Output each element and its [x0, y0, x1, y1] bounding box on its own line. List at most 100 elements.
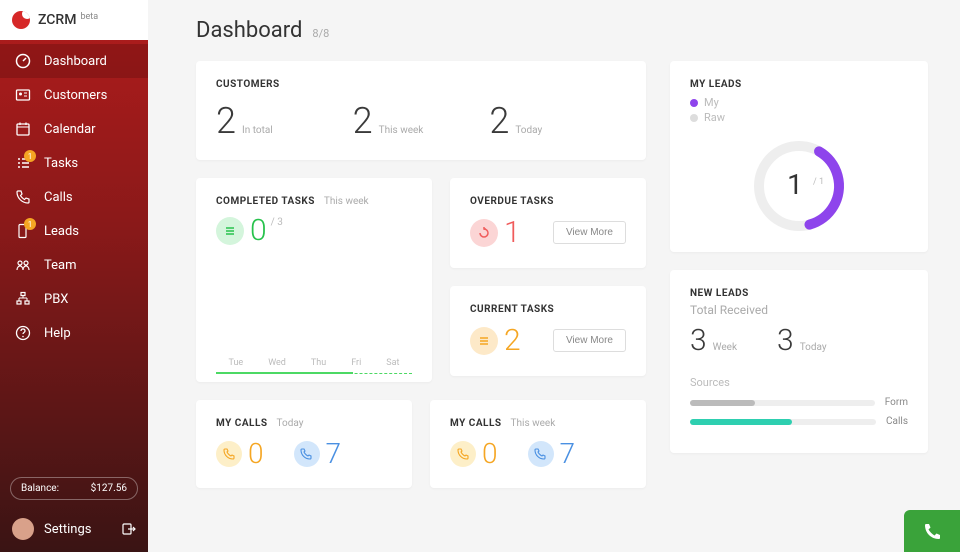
chart-line [216, 372, 412, 374]
metric-label: In total [242, 125, 273, 136]
phone-out-icon [450, 441, 476, 467]
metric-value: 3 [777, 323, 794, 358]
source-label: Form [885, 397, 908, 408]
logo-bar: ZCRM beta [0, 0, 148, 40]
metric-label: Week [713, 342, 737, 353]
axis-label: Wed [268, 358, 286, 368]
heading-text: MY CALLS [450, 418, 502, 429]
badge: 1 [24, 218, 36, 230]
card-current-tasks: CURRENT TASKS 2 View More [450, 286, 646, 376]
metric-value: 2 [489, 100, 509, 142]
sidebar-item-settings[interactable]: Settings [0, 510, 148, 552]
customers-today: 2 Today [489, 100, 626, 142]
sources-label: Sources [690, 376, 908, 389]
in-value: 7 [326, 437, 342, 470]
sidebar-item-team[interactable]: Team [0, 248, 148, 282]
sidebar-label: Dashboard [44, 54, 107, 69]
legend: My Raw [690, 96, 908, 124]
customers-total: 2 In total [216, 100, 353, 142]
metric-label: Today [800, 342, 827, 353]
card-new-leads: NEW LEADS Total Received 3 Week 3 Today … [670, 270, 928, 453]
heading-text: COMPLETED TASKS [216, 196, 315, 207]
team-icon [14, 257, 32, 273]
sidebar-item-calls[interactable]: Calls [0, 180, 148, 214]
calls-outgoing: 0 [216, 437, 264, 470]
sidebar-label: Customers [44, 88, 107, 103]
balance-pill[interactable]: Balance: $127.56 [10, 477, 138, 500]
legend-label: My [704, 96, 719, 109]
check-list-icon [216, 217, 244, 245]
sidebar-item-dashboard[interactable]: Dashboard [0, 44, 148, 78]
sidebar-label: Calls [44, 190, 73, 205]
card-heading: NEW LEADS [690, 288, 908, 299]
metric-label: This week [379, 125, 424, 136]
card-overdue-tasks: OVERDUE TASKS 1 View More [450, 178, 646, 268]
card-completed-tasks: COMPLETED TASKS This week 0 / 3 Tue Wed … [196, 178, 432, 382]
ring-value: 1 [787, 168, 803, 201]
sidebar-label: Help [44, 326, 71, 341]
out-value: 0 [248, 437, 264, 470]
legend-label: Raw [704, 111, 725, 124]
page-header: Dashboard 8/8 [196, 18, 940, 43]
settings-label: Settings [44, 522, 91, 537]
sidebar-item-pbx[interactable]: PBX [0, 282, 148, 316]
app-badge: beta [80, 12, 98, 22]
customers-week: 2 This week [353, 100, 490, 142]
legend-dot [690, 114, 698, 122]
sidebar-label: Tasks [44, 156, 78, 171]
metric-value: 2 [353, 100, 373, 142]
balance-value: $127.56 [91, 483, 127, 494]
completed-value: 0 [250, 213, 267, 248]
ring-of: / 1 [813, 177, 824, 187]
call-fab[interactable] [904, 510, 960, 552]
current-value: 2 [504, 323, 521, 358]
heading-text: MY CALLS [216, 418, 268, 429]
sidebar-label: Calendar [44, 122, 96, 137]
sidebar-label: Team [44, 258, 77, 273]
view-more-button[interactable]: View More [553, 221, 626, 244]
source-form: Form [690, 397, 908, 408]
app-name: ZCRM [38, 12, 76, 28]
axis-label: Tue [229, 358, 244, 368]
source-calls: Calls [690, 416, 908, 427]
card-heading: MY LEADS [690, 79, 908, 90]
overdue-icon [470, 219, 498, 247]
card-heading: CUSTOMERS [216, 79, 626, 90]
sidebar-label: Leads [44, 224, 79, 239]
card-heading: COMPLETED TASKS This week [216, 196, 412, 207]
heading-sub: This week [324, 196, 369, 207]
sidebar-item-calendar[interactable]: Calendar [0, 112, 148, 146]
page-count: 8/8 [312, 27, 329, 40]
in-value: 7 [560, 437, 576, 470]
card-my-leads: MY LEADS My Raw 1 [670, 61, 928, 252]
help-icon [14, 325, 32, 341]
axis-label: Sat [386, 358, 399, 368]
new-leads-today: 3 Today [777, 323, 827, 358]
metric-value: 3 [690, 323, 707, 358]
avatar [12, 518, 34, 540]
sidebar-item-tasks[interactable]: 1 Tasks [0, 146, 148, 180]
card-my-calls-week: MY CALLS This week 0 7 [430, 400, 646, 488]
phone-out-icon [216, 441, 242, 467]
logo-icon [12, 11, 30, 29]
sidebar-item-leads[interactable]: 1 Leads [0, 214, 148, 248]
sidebar: ZCRM beta Dashboard Customers Calendar 1… [0, 0, 148, 552]
legend-item-raw: Raw [690, 111, 908, 124]
source-label: Calls [886, 416, 908, 427]
card-my-calls-today: MY CALLS Today 0 7 [196, 400, 412, 488]
sidebar-item-help[interactable]: Help [0, 316, 148, 350]
calls-outgoing: 0 [450, 437, 498, 470]
view-more-button[interactable]: View More [553, 329, 626, 352]
calendar-icon [14, 121, 32, 137]
heading-sub: Today [277, 418, 304, 429]
chart-axis: Tue Wed Thu Fri Sat [216, 358, 412, 368]
current-icon [470, 327, 498, 355]
main: Dashboard 8/8 CUSTOMERS 2 In total 2 Thi… [148, 0, 960, 552]
heading-sub: This week [511, 418, 556, 429]
logout-icon[interactable] [122, 522, 136, 536]
badge: 1 [24, 150, 36, 162]
sidebar-label: PBX [44, 292, 68, 307]
phone-icon [922, 521, 942, 541]
legend-dot [690, 99, 698, 107]
sidebar-item-customers[interactable]: Customers [0, 78, 148, 112]
